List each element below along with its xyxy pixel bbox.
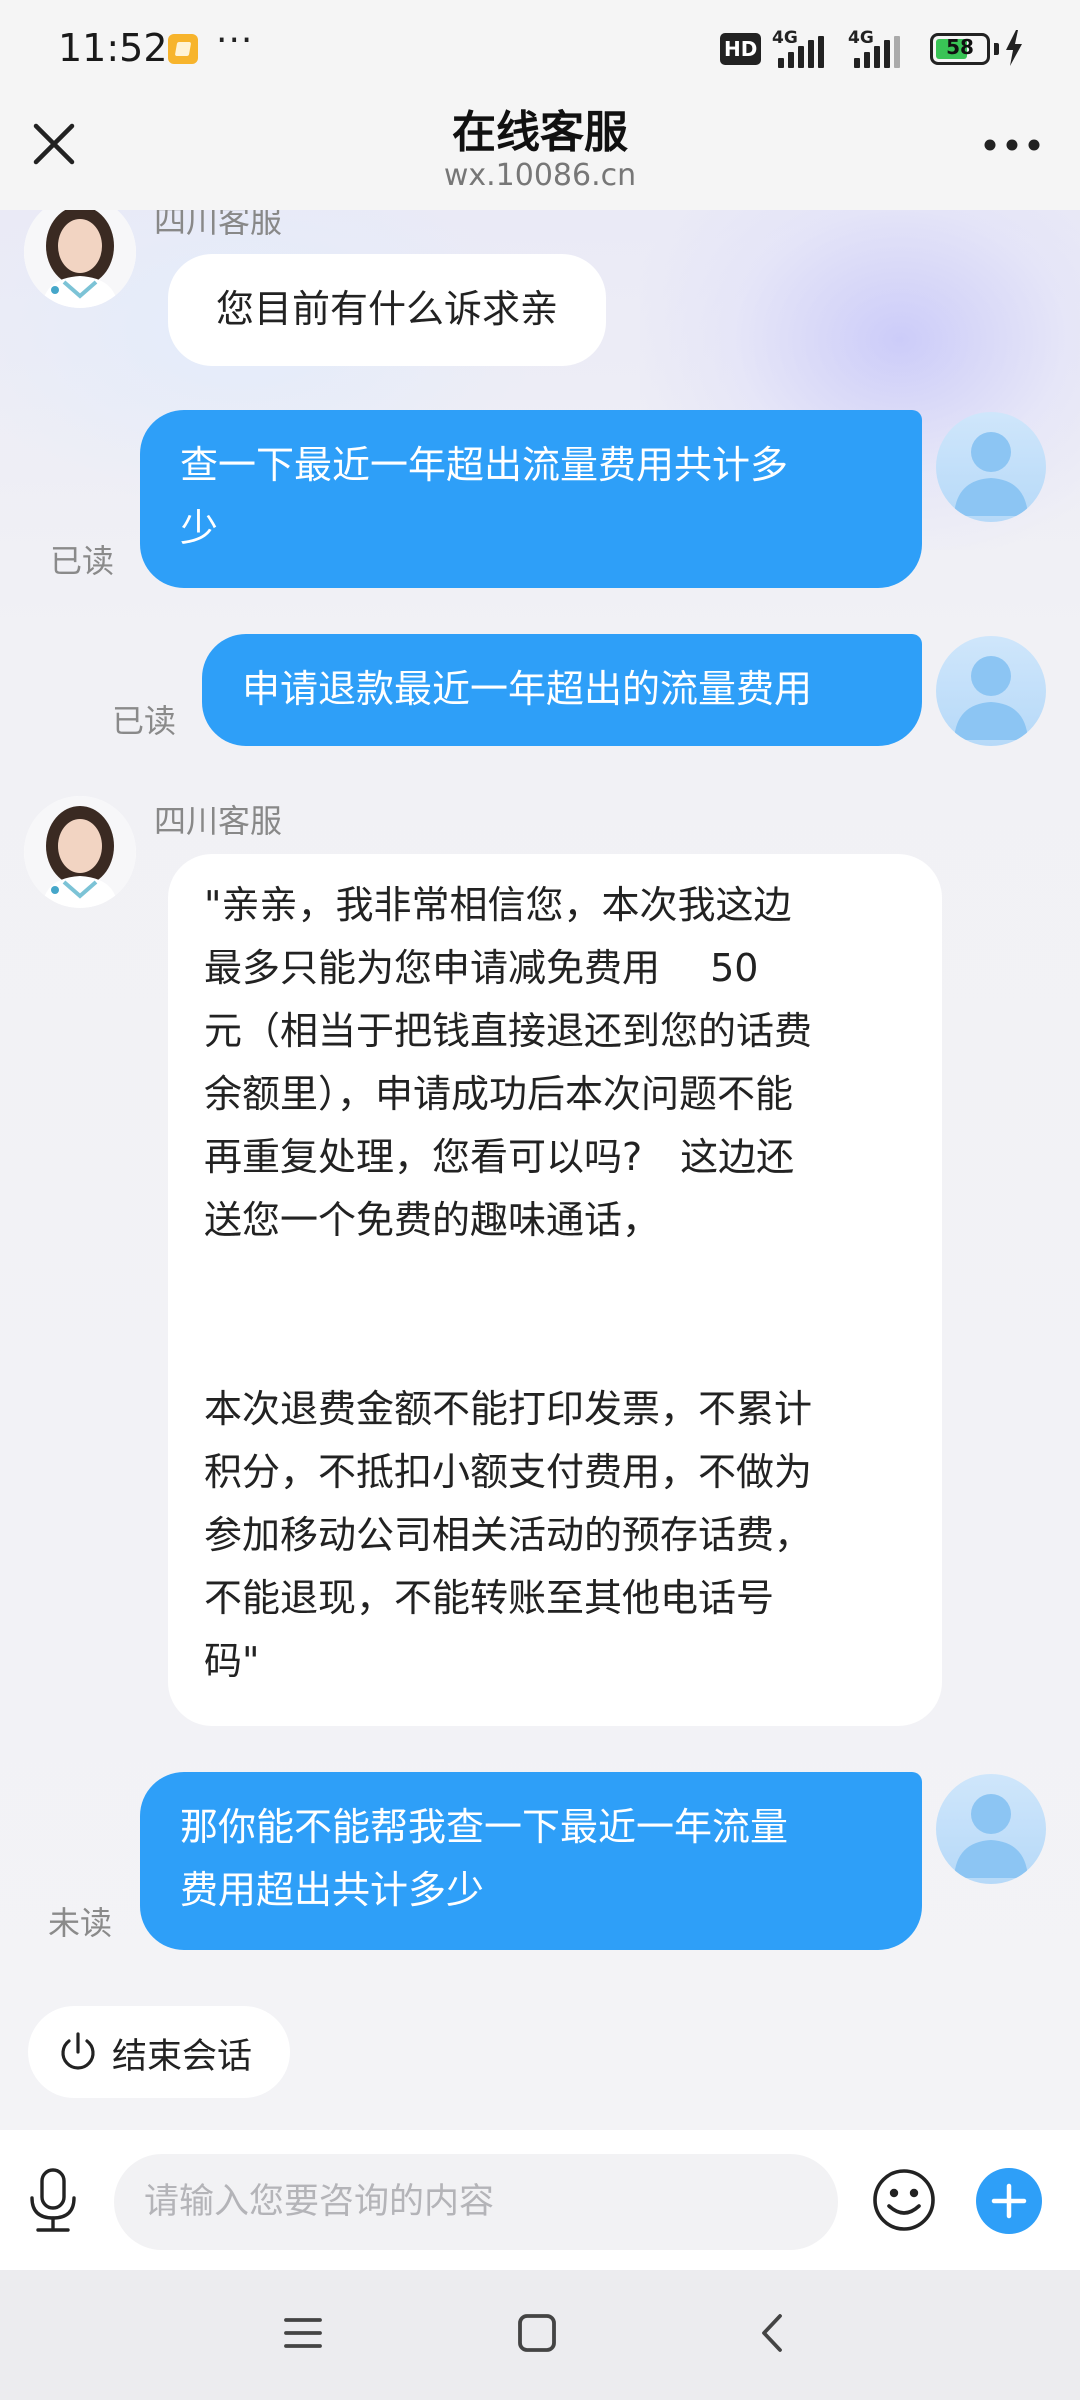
message-line: 积分，不抵扣小额支付费用，不做为 (204, 1450, 813, 1494)
message-line: 再重复处理，您看可以吗? 这边还 (204, 1135, 795, 1179)
message-line: 申请退款最近一年超出的流量费用 (242, 667, 813, 711)
back-icon[interactable] (752, 2312, 794, 2354)
message-line: 元（相当于把钱直接退还到您的话费 (204, 1009, 813, 1053)
message-line: 少 (180, 506, 219, 550)
battery-icon: 58 (930, 33, 990, 65)
home-icon[interactable] (516, 2312, 558, 2354)
message-line: 那你能不能帮我查一下最近一年流量 (180, 1805, 789, 1849)
status-time: 11:52 (58, 26, 168, 70)
emoji-icon[interactable] (870, 2166, 938, 2234)
notification-app-icon (168, 34, 198, 64)
message-line: 本次退费金额不能打印发票，不累计 (204, 1387, 813, 1431)
read-status: 已读 (50, 542, 115, 580)
message-line: 余额里），申请成功后本次问题不能 (204, 1072, 794, 1116)
chat-area[interactable]: 四川客服 您目前有什么诉求亲 已读 查一下最近一年超出流量费用共计多 少 已读 … (0, 210, 1080, 2130)
charging-icon (1006, 30, 1022, 66)
page-url: wx.10086.cn (443, 158, 637, 193)
user-message-bubble[interactable]: 那你能不能帮我查一下最近一年流量 费用超出共计多少 (140, 1772, 922, 1950)
message-line (204, 1315, 918, 1378)
system-nav-bar (0, 2270, 1080, 2400)
page-header: 在线客服 wx.10086.cn (0, 100, 1080, 210)
signal-icon-1: 4G (772, 28, 840, 68)
user-message-bubble[interactable]: 申请退款最近一年超出的流量费用 (202, 634, 922, 746)
page-title: 在线客服 (452, 107, 628, 158)
menu-icon[interactable] (282, 2312, 324, 2354)
agent-avatar[interactable] (24, 796, 136, 908)
read-status: 未读 (48, 1904, 113, 1942)
message-line (204, 1252, 918, 1315)
hd-voice-badge: HD (720, 33, 762, 65)
read-status: 已读 (112, 702, 177, 740)
message-line: 不能退现，不能转账至其他电话号 (204, 1576, 775, 1620)
end-chat-button[interactable]: 结束会话 (28, 2006, 290, 2098)
agent-message-bubble[interactable]: "亲亲，我非常相信您，本次我这边 最多只能为您申请减免费用 50 元（相当于把钱… (168, 854, 942, 1726)
user-message-bubble[interactable]: 查一下最近一年超出流量费用共计多 少 (140, 410, 922, 588)
power-icon (61, 2032, 95, 2070)
message-line: 码" (204, 1639, 260, 1683)
agent-message-bubble[interactable]: 您目前有什么诉求亲 (168, 254, 607, 366)
status-bar: 11:52 ··· HD 4G 4G 58 (0, 0, 1080, 100)
battery-percent: 58 (946, 35, 974, 59)
user-avatar[interactable] (936, 636, 1046, 746)
user-avatar[interactable] (936, 412, 1046, 522)
message-line: "亲亲，我非常相信您，本次我这边 (204, 883, 792, 927)
signal-icon-2: 4G (848, 28, 916, 68)
message-line: 送您一个免费的趣味通话， (204, 1198, 661, 1242)
message-text: 您目前有什么诉求亲 (216, 287, 559, 331)
agent-name: 四川客服 (154, 802, 283, 840)
message-line: 参加移动公司相关活动的预存话费， (204, 1513, 813, 1557)
message-line: 查一下最近一年超出流量费用共计多 (180, 443, 789, 487)
microphone-icon[interactable] (24, 2166, 82, 2236)
message-line: 费用超出共计多少 (180, 1868, 485, 1912)
message-input[interactable] (114, 2154, 838, 2250)
end-chat-label: 结束会话 (112, 2037, 253, 2077)
battery-cap (994, 43, 999, 55)
input-bar (0, 2130, 1080, 2270)
plus-icon[interactable] (976, 2168, 1042, 2234)
more-notifications-icon: ··· (216, 20, 254, 61)
agent-name: 四川客服 (154, 210, 283, 240)
user-avatar[interactable] (936, 1774, 1046, 1884)
more-icon[interactable] (984, 130, 1040, 160)
message-line: 最多只能为您申请减免费用 50 (204, 946, 759, 990)
